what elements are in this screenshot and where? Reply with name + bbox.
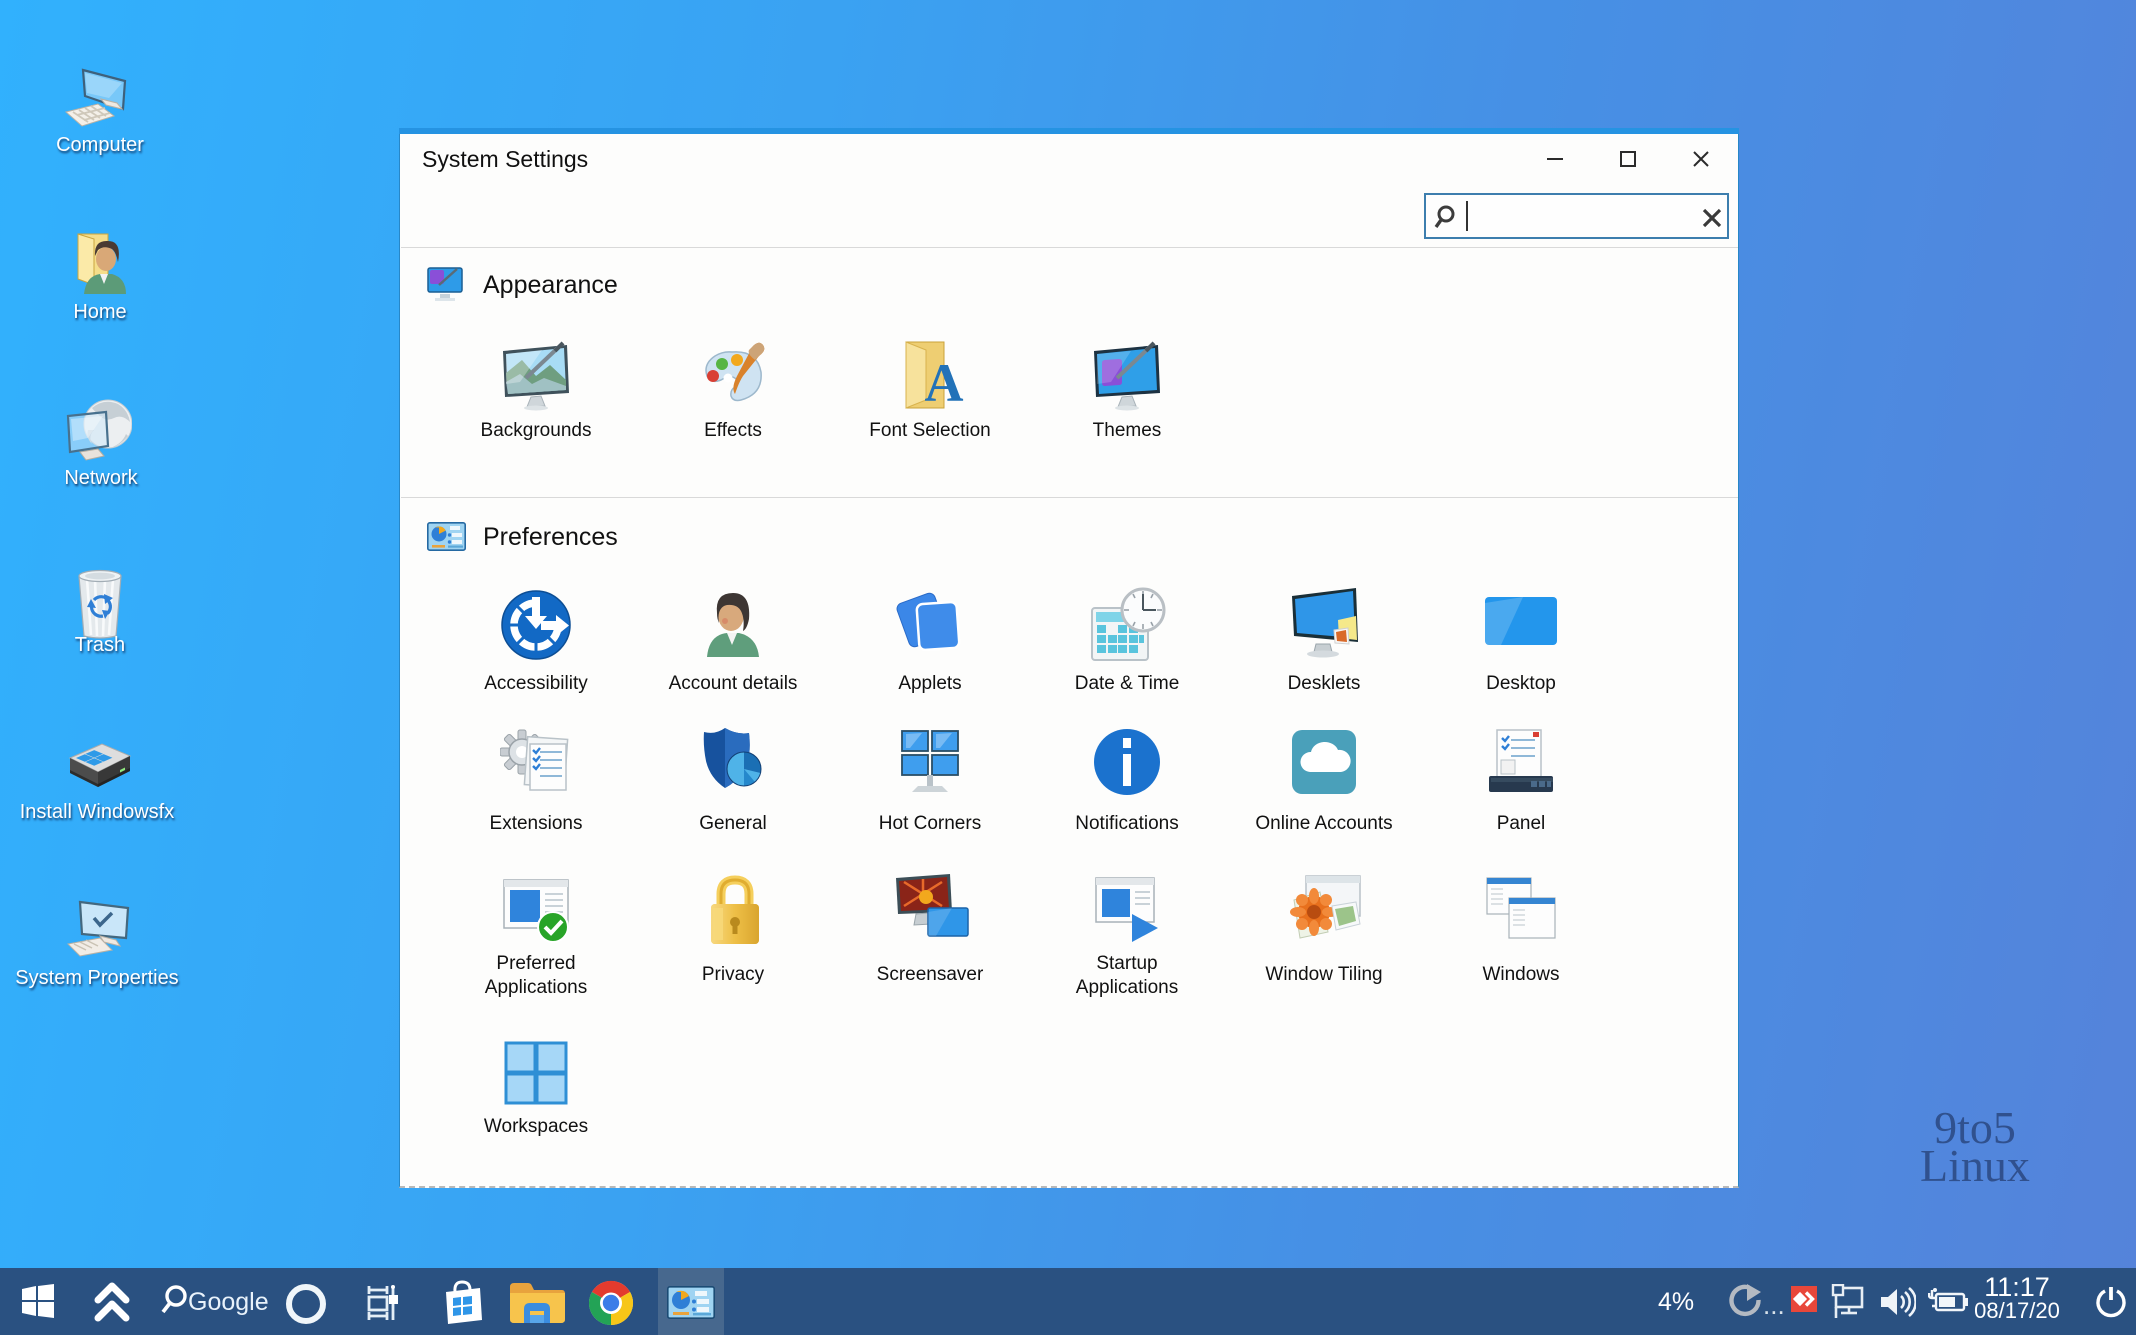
svg-text:A: A	[925, 353, 964, 413]
